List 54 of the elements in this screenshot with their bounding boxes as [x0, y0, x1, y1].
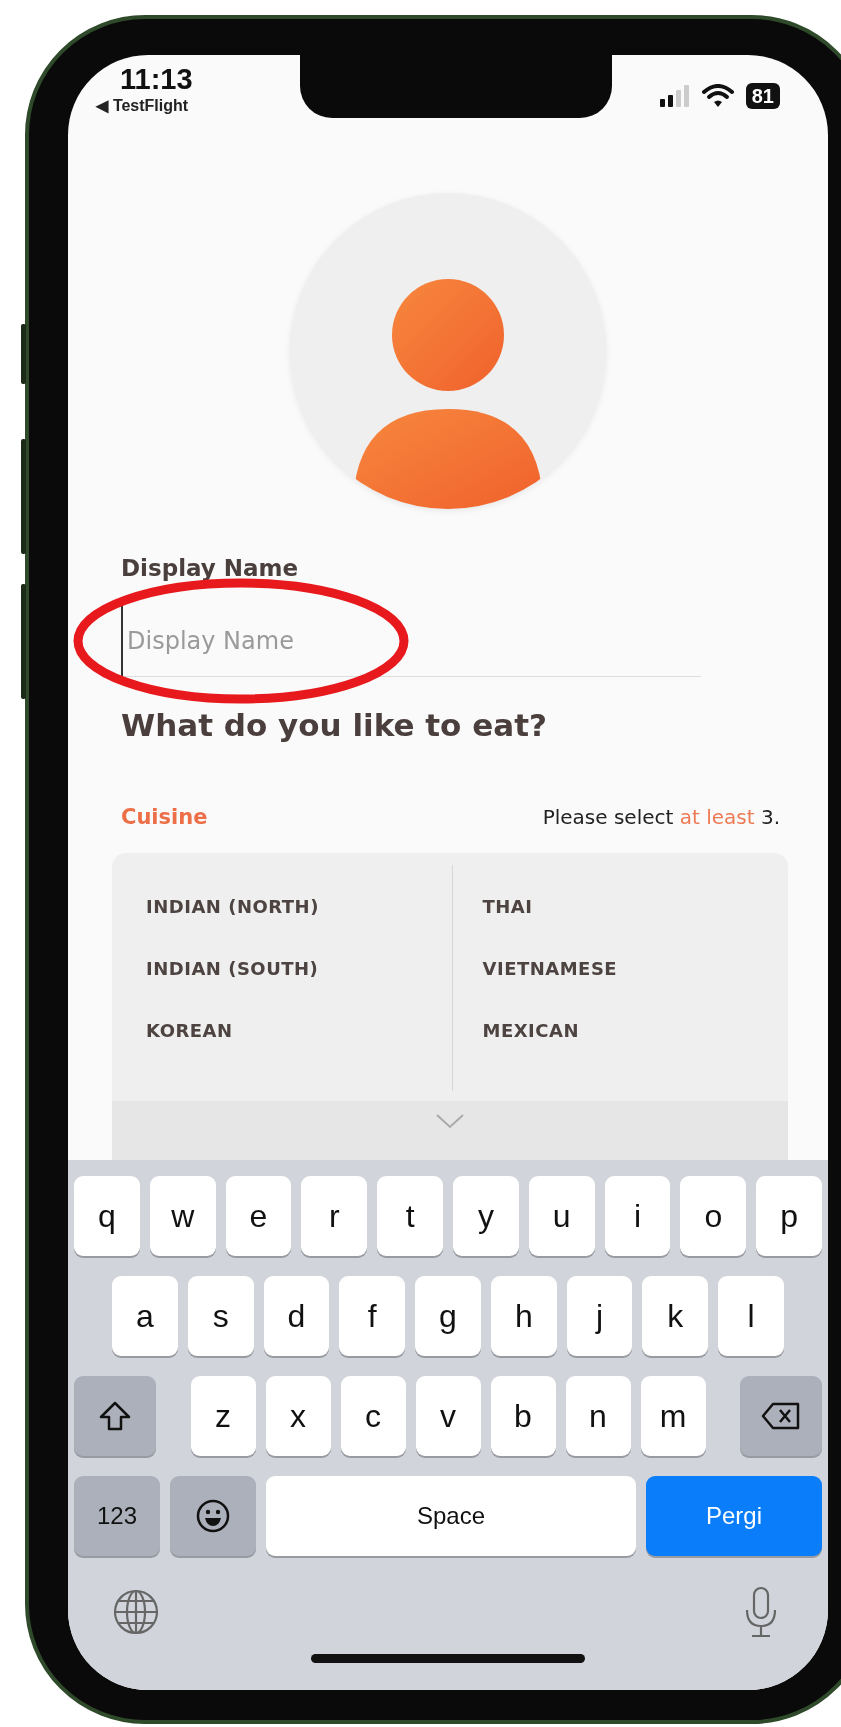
go-key[interactable]: Pergi — [646, 1476, 822, 1556]
numbers-key[interactable]: 123 — [74, 1476, 160, 1556]
key[interactable]: d — [263, 1276, 330, 1356]
display-name-field[interactable]: Display Name — [121, 605, 701, 677]
cuisine-title: Cuisine — [121, 805, 208, 829]
shift-key[interactable] — [74, 1376, 156, 1456]
key[interactable]: l — [718, 1276, 785, 1356]
key[interactable]: w — [149, 1176, 216, 1256]
key[interactable]: n — [565, 1376, 631, 1456]
key[interactable]: o — [680, 1176, 747, 1256]
microphone-icon[interactable] — [744, 1586, 778, 1638]
cuisine-option[interactable]: MEXICAN — [482, 999, 788, 1061]
key[interactable]: f — [339, 1276, 406, 1356]
key[interactable]: p — [756, 1176, 822, 1256]
key[interactable]: v — [415, 1376, 481, 1456]
key[interactable]: k — [642, 1276, 709, 1356]
key[interactable]: c — [340, 1376, 406, 1456]
cuisine-option[interactable]: INDIAN (SOUTH) — [146, 937, 452, 999]
section-heading: What do you like to eat? — [121, 707, 548, 743]
backspace-key[interactable] — [740, 1376, 822, 1456]
person-icon — [353, 279, 543, 509]
globe-icon[interactable] — [112, 1588, 160, 1636]
wifi-icon — [701, 84, 734, 108]
field-label: Display Name — [121, 555, 300, 581]
status-time: 11:13 — [119, 63, 193, 96]
emoji-icon — [195, 1498, 231, 1534]
key[interactable]: r — [301, 1176, 368, 1256]
signal-icon — [659, 85, 690, 107]
battery-indicator: 81 — [745, 83, 780, 109]
cuisine-option[interactable]: INDIAN (NORTH) — [146, 875, 452, 937]
key[interactable]: j — [566, 1276, 633, 1356]
backspace-icon — [761, 1402, 801, 1430]
key[interactable]: z — [190, 1376, 256, 1456]
key[interactable]: a — [112, 1276, 178, 1356]
shift-icon — [98, 1400, 132, 1432]
emoji-key[interactable] — [170, 1476, 256, 1556]
key[interactable]: t — [377, 1176, 443, 1256]
key[interactable]: q — [74, 1176, 140, 1256]
cuisine-option[interactable]: KOREAN — [146, 999, 452, 1061]
key[interactable]: m — [640, 1376, 706, 1456]
key[interactable]: x — [265, 1376, 331, 1456]
key[interactable]: i — [604, 1176, 671, 1256]
back-link[interactable]: ◀ TestFlight — [96, 96, 189, 115]
key[interactable]: s — [187, 1276, 254, 1356]
key[interactable]: h — [490, 1276, 557, 1356]
space-key[interactable]: Space — [266, 1476, 636, 1556]
key[interactable]: y — [453, 1176, 519, 1256]
key[interactable]: b — [490, 1376, 556, 1456]
key[interactable]: e — [225, 1176, 292, 1256]
cuisine-option[interactable]: THAI — [482, 875, 788, 937]
selection-hint: Please select at least 3. — [542, 805, 780, 829]
key[interactable]: g — [415, 1276, 481, 1356]
cuisine-option[interactable]: VIETNAMESE — [482, 937, 788, 999]
key[interactable]: u — [528, 1176, 595, 1256]
